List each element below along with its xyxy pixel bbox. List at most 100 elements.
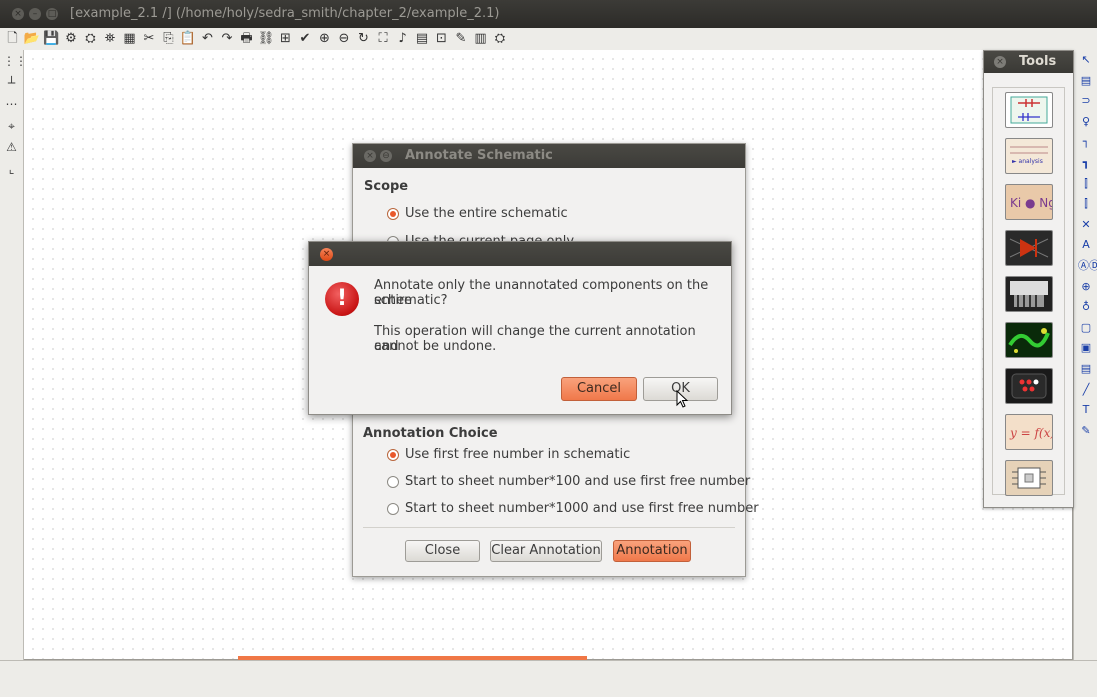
add-wire-icon[interactable]: ┐ (1078, 134, 1094, 150)
choice-sheet-1000-label: Start to sheet number*1000 and use first… (405, 501, 759, 516)
delete-icon[interactable]: ✎ (1078, 423, 1094, 439)
save-all-icon[interactable]: 💾 (43, 30, 60, 47)
model-editor-tool-button[interactable] (1005, 230, 1053, 266)
scope-entire-label: Use the entire schematic (405, 206, 568, 221)
erc-markers-icon[interactable]: ⚠ (3, 139, 20, 156)
kicad-ngspice-tool-button[interactable]: Ki ● Ng (1005, 184, 1053, 220)
units-icon[interactable]: ┴ (3, 75, 20, 92)
bom-icon[interactable]: ▤ (414, 30, 431, 47)
library-browser-icon[interactable]: ⛯ (102, 30, 119, 47)
wire-style-icon[interactable]: ⋯ (3, 96, 20, 113)
scope-entire-radio[interactable] (387, 208, 399, 220)
junction-icon[interactable]: ⊕ (1078, 279, 1094, 295)
pcb-icon (1008, 328, 1050, 353)
cancel-button[interactable]: Cancel (561, 377, 637, 401)
ngspice-function-tool-button[interactable]: y = f(x) (1005, 414, 1053, 450)
ic-chip-icon (1012, 467, 1046, 489)
analysis-tool-button[interactable]: ► analysis (1005, 138, 1053, 174)
cut-icon[interactable]: ✂ (141, 30, 158, 47)
zoom-redraw-icon[interactable]: ↻ (355, 30, 372, 47)
kicad-ngspice-label: Ki ● Ng (1010, 196, 1052, 210)
redo-icon[interactable]: ↷ (219, 30, 236, 47)
main-toolbar: 🗋 📂 💾 ⚙ ⛭ ⛯ ▦ ✂ ⎘ 📋 ↶ ↷ 🖶 ⛓ ⊞ ✔ ⊕ ⊖ ↻ ⛶ ♪ ▤ ⊡ ✎ ▥ ⛭ (0, 28, 1097, 51)
import-sheet-pin-icon[interactable]: ▣ (1078, 340, 1094, 356)
add-text-icon[interactable]: T (1078, 402, 1094, 418)
annotation-button[interactable]: Annotation (613, 540, 691, 562)
annotate-icon[interactable]: ⊞ (277, 30, 294, 47)
hier-pin-icon[interactable]: ▤ (1078, 361, 1094, 377)
backanno-icon[interactable]: ▥ (472, 30, 489, 47)
choice-sheet-100-radio[interactable] (387, 476, 399, 488)
confirm-close-button[interactable]: × (320, 248, 333, 261)
progress-indicator (238, 656, 587, 660)
dialog-separator (363, 527, 735, 528)
clear-annotation-button[interactable]: Clear Annotation (490, 540, 602, 562)
add-line-icon[interactable]: ╱ (1078, 382, 1094, 398)
annotate-dialog-close-button[interactable]: × (364, 150, 376, 162)
library-icon[interactable]: ⛭ (82, 30, 99, 47)
modelica-tool-button[interactable] (1005, 368, 1053, 404)
find-icon[interactable]: ♪ (394, 30, 411, 47)
error-icon: ! (325, 282, 359, 316)
model-editor-icon (1009, 238, 1049, 258)
confirm-message-line-4: cannot be undone. (374, 339, 497, 354)
choice-first-free-label: Use first free number in schematic (405, 447, 631, 462)
copy-icon[interactable]: ⎘ (160, 30, 177, 47)
tools-panel: × Tools ► analysis Ki ● Ng y = f(x) (983, 50, 1074, 508)
hier-label-icon[interactable]: ♁ (1078, 299, 1094, 315)
hierarchy-nav-icon[interactable]: ⌖ (3, 118, 20, 135)
schematic-tool-button[interactable] (1005, 92, 1053, 128)
bus-bus-entry-icon[interactable]: ⫿ (1078, 196, 1094, 212)
cursor-shape-icon[interactable]: ⌞ (3, 161, 20, 178)
choice-sheet-100-label: Start to sheet number*100 and use first … (405, 474, 751, 489)
no-connect-icon[interactable]: ✕ (1078, 217, 1094, 233)
print-icon[interactable]: 🖶 (238, 30, 255, 47)
close-button[interactable]: Close (405, 540, 480, 562)
hierarchy-icon[interactable]: ▤ (1078, 73, 1094, 89)
add-component-icon[interactable]: ⊃ (1078, 93, 1094, 109)
annotation-choice-heading: Annotation Choice (363, 426, 498, 441)
zoom-out-icon[interactable]: ⊖ (336, 30, 353, 47)
wire-bus-entry-icon[interactable]: ⫿ (1078, 176, 1094, 192)
open-icon[interactable]: 📂 (24, 30, 41, 47)
tools-list: ► analysis Ki ● Ng y = f(x) (992, 87, 1065, 496)
net-label-icon[interactable]: A (1078, 237, 1094, 253)
plugin-icon[interactable]: ⛭ (492, 30, 509, 47)
page-settings-icon[interactable]: ⚙ (63, 30, 80, 47)
right-toolbar: ↖ ▤ ⊃ ♀ ┐ ┓ ⫿ ⫿ ✕ A ⒶⒹ ⊕ ♁ ▢ ▣ ▤ ╱ T ✎ (1073, 50, 1097, 660)
zoom-in-icon[interactable]: ⊕ (316, 30, 333, 47)
window-minimize-button[interactable]: – (29, 8, 41, 20)
subcircuit-tool-button[interactable] (1005, 276, 1053, 312)
zoom-fit-icon[interactable]: ⛶ (375, 30, 392, 47)
erc-icon[interactable]: ✔ (297, 30, 314, 47)
tools-panel-title: Tools (1019, 54, 1057, 69)
choice-sheet-1000-radio[interactable] (387, 503, 399, 515)
function-icon: y = f(x) (1009, 426, 1052, 440)
tools-close-button[interactable]: × (994, 56, 1006, 68)
grid-toggle-icon[interactable]: ⋮⋮ (3, 53, 27, 70)
hierarchy-icon[interactable]: ▦ (121, 30, 138, 47)
annotate-dialog-minimize-button[interactable]: ⊖ (380, 150, 392, 162)
undo-icon[interactable]: ↶ (199, 30, 216, 47)
pcb-tool-button[interactable] (1005, 322, 1053, 358)
choice-first-free-radio[interactable] (387, 449, 399, 461)
left-toolbar: ⋮⋮ ┴ ⋯ ⌖ ⚠ ⌞ (0, 50, 27, 660)
global-label-icon[interactable]: ⒶⒹ (1078, 258, 1097, 274)
pcbnew-icon[interactable]: ⊡ (433, 30, 450, 47)
add-bus-icon[interactable]: ┓ (1078, 155, 1094, 171)
new-icon[interactable]: 🗋 (4, 30, 21, 47)
cvpcb-icon[interactable]: ✎ (453, 30, 470, 47)
select-icon[interactable]: ↖ (1078, 52, 1094, 68)
tools-panel-title-bar: × Tools (984, 51, 1073, 73)
analysis-icon: ► analysis (1010, 146, 1048, 165)
hier-sheet-icon[interactable]: ▢ (1078, 320, 1094, 336)
window-maximize-button[interactable]: □ (46, 8, 58, 20)
analysis-tool-label: ► analysis (1012, 158, 1043, 165)
window-close-button[interactable]: × (12, 8, 24, 20)
add-power-icon[interactable]: ♀ (1078, 114, 1094, 130)
confirm-message-line-2: schematic? (374, 293, 448, 308)
netlist-icon[interactable]: ⛓ (258, 30, 275, 47)
paste-icon[interactable]: 📋 (180, 30, 197, 47)
window-title: [example_2.1 /] (/home/holy/sedra_smith/… (70, 6, 500, 21)
ic-builder-tool-button[interactable] (1005, 460, 1053, 496)
